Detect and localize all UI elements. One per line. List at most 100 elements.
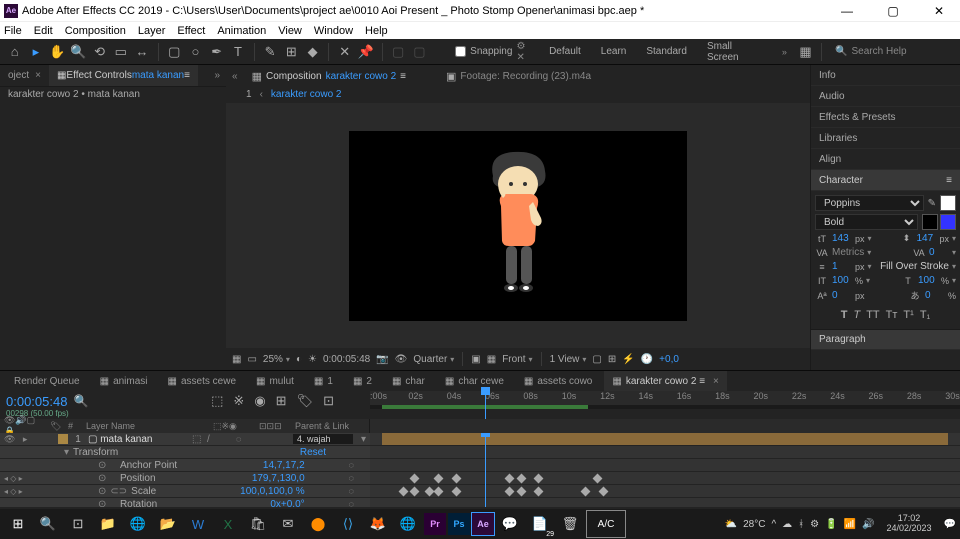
zoom-dropdown[interactable]: 25%▾ xyxy=(263,354,290,365)
menu-animation[interactable]: Animation xyxy=(217,25,266,37)
pixel-icon[interactable]: ⊞ xyxy=(608,354,616,365)
app1-icon[interactable]: ⬤ xyxy=(304,510,332,538)
panel-align[interactable]: Align xyxy=(811,149,960,170)
tab-overflow-icon[interactable]: » xyxy=(208,70,226,81)
panel-paragraph-header[interactable]: Paragraph xyxy=(811,329,960,350)
share-icon[interactable]: ▢ xyxy=(592,354,601,365)
eyedropper-icon[interactable]: ✎ xyxy=(928,198,936,209)
maximize-button[interactable]: ▢ xyxy=(876,4,910,18)
stroke-width-value[interactable]: 1 xyxy=(832,261,852,272)
font-size-value[interactable]: 143 xyxy=(832,233,852,244)
folder-icon[interactable]: 📂 xyxy=(154,510,182,538)
tray-bluetooth-icon[interactable]: ᚼ xyxy=(798,519,804,530)
show-snapshot-icon[interactable]: 👁 xyxy=(395,354,408,365)
workspace-learn[interactable]: Learn xyxy=(593,46,635,57)
menu-edit[interactable]: Edit xyxy=(34,25,53,37)
search-taskbar-icon[interactable]: 🔍 xyxy=(34,510,62,538)
pen-tool-icon[interactable]: ✒ xyxy=(208,43,225,61)
timeline-tab-4[interactable]: ▦ 1 xyxy=(306,371,341,391)
timeline-tab-9[interactable]: ▦ karakter cowo 2 ≡ × xyxy=(604,371,727,391)
timeline-tab-5[interactable]: ▦ 2 xyxy=(345,371,380,391)
selection-tool-icon[interactable]: ▸ xyxy=(27,43,44,61)
prop-1[interactable]: Position xyxy=(120,473,156,484)
timeline-tab-7[interactable]: ▦ char cewe xyxy=(437,371,512,391)
brush-tool-icon[interactable]: ✎ xyxy=(261,43,278,61)
whatsapp-icon[interactable]: 💬 xyxy=(496,510,524,538)
tsume-value[interactable]: 0 xyxy=(925,290,945,301)
tray-volume-icon[interactable]: 🔊 xyxy=(862,519,874,530)
timeline-tab-3[interactable]: ▦ mulut xyxy=(248,371,302,391)
timeline-timecode[interactable]: 0:00:05:48 xyxy=(6,394,67,409)
tl-icon-2[interactable]: ※ xyxy=(233,393,244,409)
close-button[interactable]: ✕ xyxy=(922,4,956,18)
tl-icon-3[interactable]: ◉ xyxy=(254,393,265,409)
prop-value-2[interactable]: 100,0,100,0 % xyxy=(240,486,305,497)
text-tool-icon[interactable]: T xyxy=(229,43,246,61)
home-icon[interactable]: ⌂ xyxy=(6,43,23,61)
transparency-icon[interactable]: ▦ xyxy=(487,354,496,365)
menu-window[interactable]: Window xyxy=(314,25,353,37)
eraser-tool-icon[interactable]: ◆ xyxy=(304,43,321,61)
weather-temp[interactable]: 28°C xyxy=(743,519,765,530)
chrome-icon[interactable]: 🌐 xyxy=(394,510,422,538)
panel-audio[interactable]: Audio xyxy=(811,86,960,107)
italic-icon[interactable]: T xyxy=(853,309,860,321)
firefox-icon[interactable]: 🦊 xyxy=(364,510,392,538)
comp-back-icon[interactable]: « xyxy=(232,71,238,82)
prop-0[interactable]: Anchor Point xyxy=(120,460,177,471)
hscale-value[interactable]: 100 xyxy=(918,275,938,286)
workspace-default[interactable]: Default xyxy=(541,46,589,57)
panel-libraries[interactable]: Libraries xyxy=(811,128,960,149)
workspace-small[interactable]: Small Screen xyxy=(699,41,772,63)
channel-icon[interactable]: ◐ xyxy=(296,354,302,365)
excel-icon[interactable]: X xyxy=(214,510,242,538)
kerning-value[interactable]: Metrics xyxy=(832,247,864,258)
col-layer-name[interactable]: Layer Name xyxy=(86,421,135,431)
prop-value-0[interactable]: 14,7,17,2 xyxy=(263,460,305,471)
ellipse-tool-icon[interactable]: ○ xyxy=(187,43,204,61)
baseline-value[interactable]: 0 xyxy=(832,290,852,301)
start-button[interactable]: ⊞ xyxy=(4,510,32,538)
transform-group[interactable]: Transform xyxy=(73,447,118,458)
leading-value[interactable]: 147 xyxy=(916,233,936,244)
prop-2[interactable]: Scale xyxy=(131,486,156,497)
exposure-icon[interactable]: ☀ xyxy=(308,354,317,365)
explorer-icon[interactable]: 📁 xyxy=(94,510,122,538)
tab-effect-controls[interactable]: ▦ Effect Controls mata kanan ≡ xyxy=(49,65,198,86)
views-dropdown[interactable]: 1 View▾ xyxy=(550,354,587,365)
panel-info[interactable]: Info xyxy=(811,65,960,86)
vscode-icon[interactable]: ⟨⟩ xyxy=(334,510,362,538)
tl-icon-5[interactable]: 🏷 xyxy=(297,393,314,409)
ruler-icon[interactable]: ▭ xyxy=(247,354,256,365)
timeline-tab-1[interactable]: ▦ animasi xyxy=(92,371,156,391)
camera-dropdown[interactable]: Front▾ xyxy=(502,354,532,365)
resolution-dropdown[interactable]: Quarter▾ xyxy=(413,354,454,365)
tab-project[interactable]: oject× xyxy=(0,65,49,86)
word-icon[interactable]: W xyxy=(184,510,212,538)
timecode-display[interactable]: 0:00:05:48 xyxy=(323,354,370,365)
snapshot-icon[interactable]: 📷 xyxy=(376,354,388,365)
workspace-panel-icon[interactable]: ▦ xyxy=(797,43,814,61)
workspace-overflow-icon[interactable]: » xyxy=(776,47,793,57)
mail-icon[interactable]: ✉ xyxy=(274,510,302,538)
premiere-icon[interactable]: Pr xyxy=(424,513,446,535)
snapping-toggle[interactable]: Snapping⚙ ✕ xyxy=(455,41,533,63)
tray-up-icon[interactable]: ^ xyxy=(771,519,776,530)
tray-wifi-icon[interactable]: 📶 xyxy=(844,519,856,530)
stroke-color-swatch[interactable] xyxy=(922,214,938,230)
grid-icon[interactable]: ▦ xyxy=(232,354,241,365)
vscale-value[interactable]: 100 xyxy=(832,275,852,286)
font-family-select[interactable]: Poppins xyxy=(815,195,924,211)
tl-icon-4[interactable]: ⊞ xyxy=(276,393,287,409)
playhead[interactable] xyxy=(485,391,486,419)
font-weight-select[interactable]: Bold xyxy=(815,214,918,230)
smallcaps-icon[interactable]: Tᴛ xyxy=(886,309,898,321)
menu-layer[interactable]: Layer xyxy=(138,25,166,37)
camera-tool-icon[interactable]: ▭ xyxy=(112,43,129,61)
aftereffects-icon[interactable]: Ae xyxy=(472,513,494,535)
notes-icon[interactable]: 📄29 xyxy=(526,510,554,538)
minimize-button[interactable]: — xyxy=(830,4,864,18)
search-help[interactable]: 🔍 Search Help xyxy=(829,46,954,57)
weather-icon[interactable]: ⛅ xyxy=(725,519,737,530)
fill-color-swatch[interactable] xyxy=(940,195,956,211)
